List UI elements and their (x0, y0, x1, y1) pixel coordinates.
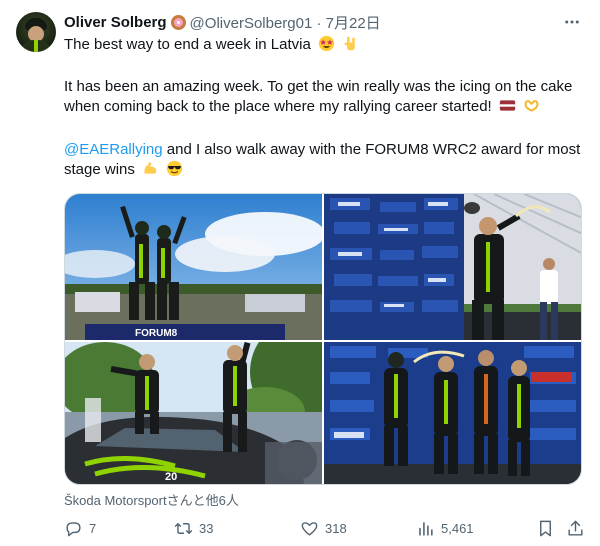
tagged-people-text: Škoda Motorsportさんと他6人 (64, 493, 239, 508)
like-button[interactable]: 318 (300, 514, 347, 542)
avatar[interactable] (16, 12, 56, 52)
tweet-text-line-1: The best way to end a week in Latvia (64, 35, 584, 55)
tweet-text-career: when coming back to the place where my r… (64, 98, 492, 115)
heart-icon (301, 521, 318, 536)
views-button[interactable]: 5,461 (416, 514, 474, 542)
bookmark-icon (540, 520, 551, 536)
like-count: 318 (325, 520, 347, 536)
tweet-text-line-4: @EAERallying and I also walk away with t… (64, 140, 584, 160)
retweet-icon (174, 522, 193, 534)
rock-on-hand-icon (344, 36, 355, 51)
tweet-text-award: and I also walk away with the FORUM8 WRC… (162, 141, 581, 158)
tweet-text-line-5: stage wins (64, 160, 584, 180)
reply-icon (66, 521, 81, 536)
retweet-count: 33 (199, 520, 214, 536)
mention-link[interactable]: @EAERallying (64, 141, 163, 158)
tweet-text-line-3: when coming back to the place where my r… (64, 97, 584, 117)
author-handle-and-date[interactable]: @OliverSolberg01 · 7月22日 (190, 12, 381, 33)
photo-team-podium[interactable] (324, 342, 581, 484)
reply-button[interactable]: 7 (64, 514, 96, 542)
tweet-card[interactable]: Oliver Solberg @OliverSolberg01 · 7月22日 … (0, 0, 600, 546)
flexed-biceps-icon (144, 162, 157, 174)
heart-hands-icon (524, 100, 539, 112)
reply-count: 7 (89, 520, 97, 536)
share-button[interactable] (566, 514, 585, 542)
action-bar: 7 33 318 5,461 (64, 514, 584, 542)
bookmark-button[interactable] (536, 514, 555, 542)
share-icon (568, 520, 583, 536)
star-struck-emoji-icon (318, 35, 335, 52)
photo-podium-celebration[interactable]: FORUM8 (65, 194, 322, 340)
more-horizontal-icon[interactable] (560, 10, 584, 34)
tweet-text-stage-wins: stage wins (64, 161, 135, 178)
tweet-text-intro: The best way to end a week in Latvia (64, 36, 311, 53)
tweet-header: Oliver Solberg @OliverSolberg01 · 7月22日 (64, 12, 381, 32)
views-count: 5,461 (441, 520, 474, 536)
photo-drivers-on-car[interactable]: 20 (65, 342, 322, 484)
media-grid: FORUM8 20 (64, 193, 582, 485)
tagged-people[interactable]: Škoda Motorsportさんと他6人 (64, 490, 239, 509)
sunglasses-face-icon (167, 160, 183, 177)
analytics-icon (419, 521, 433, 536)
tweet-text-line-2: It has been an amazing week. To get the … (64, 78, 573, 95)
car-number-text: 20 (165, 471, 177, 483)
forum8-banner-text: FORUM8 (135, 328, 178, 339)
latvia-flag-icon (499, 100, 516, 111)
retweet-button[interactable]: 33 (174, 514, 213, 542)
donut-emoji-icon (170, 14, 186, 30)
photo-champagne-spray[interactable] (324, 194, 581, 340)
author-name[interactable]: Oliver Solberg (64, 14, 167, 31)
